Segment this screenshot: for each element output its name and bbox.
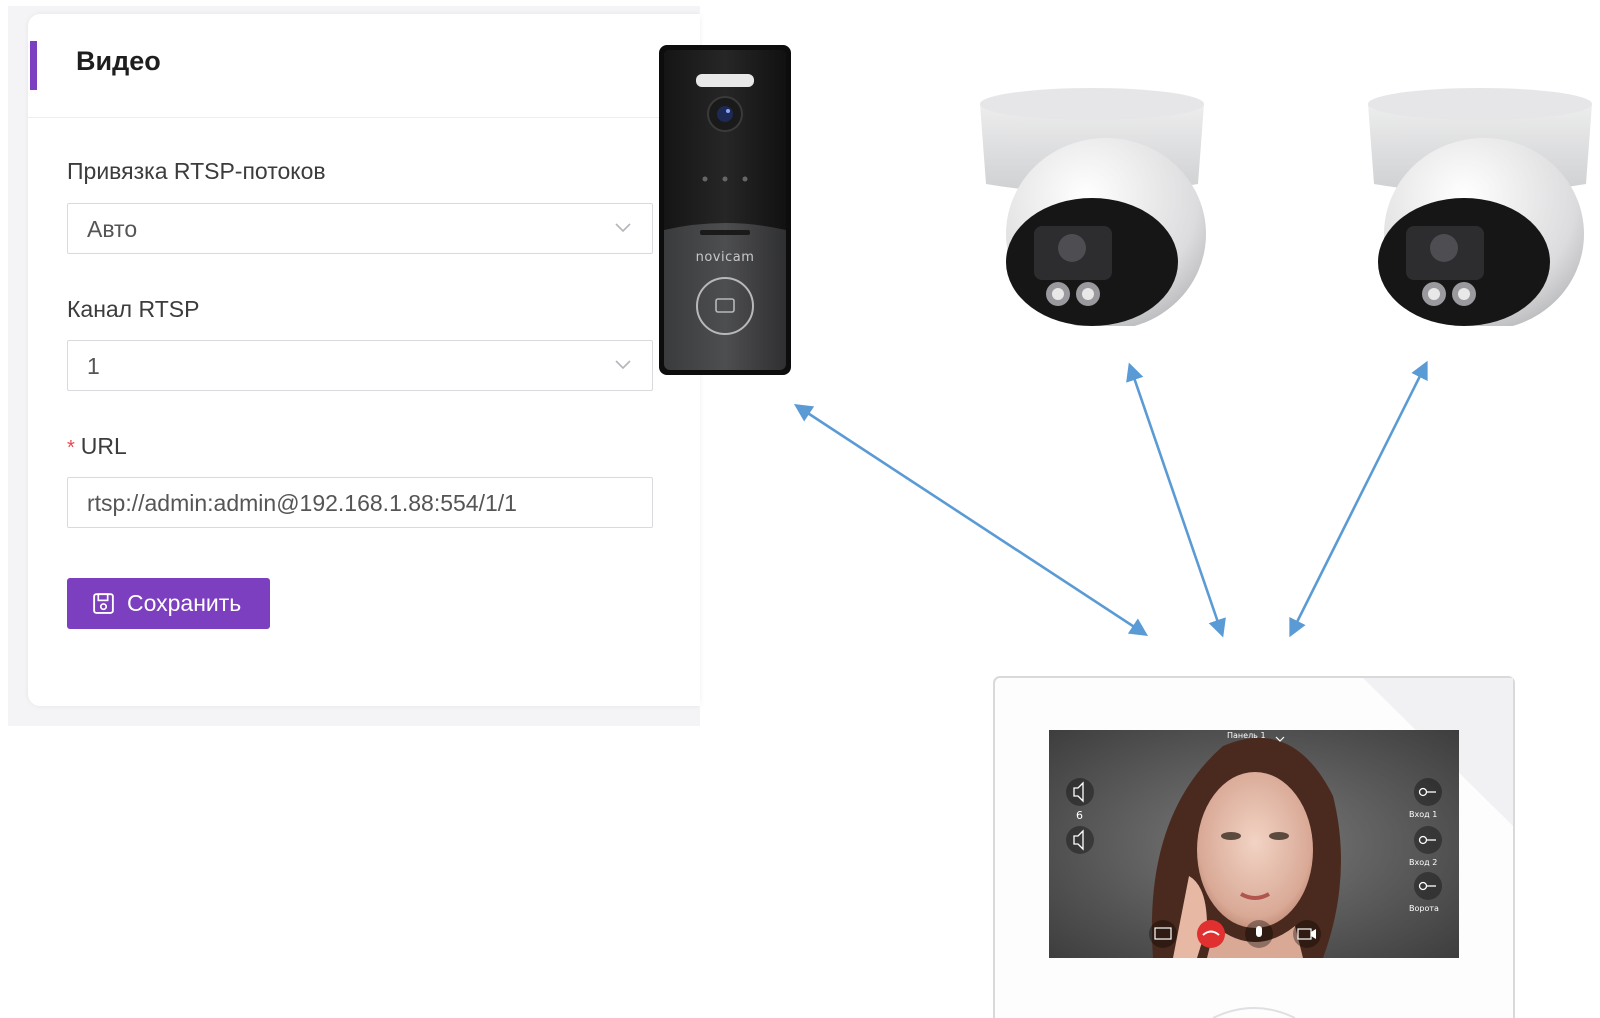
save-button[interactable]: Сохранить [67,578,270,629]
dome-camera-1-image [974,86,1210,330]
save-button-label: Сохранить [127,590,242,616]
required-mark: * [67,437,75,459]
video-settings-panel: Видео Привязка RTSP-потоков Авто Канал R… [28,14,700,706]
panel-accent-bar [30,41,37,90]
arrow-camera1-monitor [1126,362,1226,638]
rtsp-binding-select[interactable]: Авто [67,203,653,254]
indoor-monitor-image: Панель 1 6 Вход 1 Вход 2 Ворота [993,676,1515,1018]
arrow-camera2-monitor [1289,360,1428,638]
monitor-entry2-label: Вход 2 [1409,858,1438,867]
save-icon [93,593,114,614]
url-label: * URL [67,433,127,460]
doorbell-brand-text: novicam [695,250,755,265]
monitor-panel-selector: Панель 1 [1227,731,1266,740]
doorbell-illustration [659,45,791,375]
rtsp-binding-label: Привязка RTSP-потоков [67,158,326,184]
dome-camera-illustration [1368,88,1592,330]
monitor-entry1-label: Вход 1 [1409,810,1438,819]
url-label-text: URL [80,433,127,459]
rtsp-binding-value: Авто [87,216,138,242]
chevron-down-icon [615,223,631,233]
panel-header: Видео [28,14,700,118]
rtsp-channel-label: Канал RTSP [67,296,200,322]
chevron-down-icon [615,360,631,370]
monitor-gate-label: Ворота [1409,904,1439,913]
dome-camera-illustration [980,88,1206,330]
panel-title: Видео [76,46,161,76]
rtsp-channel-select[interactable]: 1 [67,340,653,391]
rtsp-channel-value: 1 [87,353,100,379]
monitor-illustration [993,676,1515,1018]
doorbell-panel-image: novicam [658,44,792,376]
monitor-volume-level: 6 [1076,809,1083,822]
dome-camera-2-image [1362,86,1598,330]
arrow-doorbell-monitor [793,404,1149,636]
url-input[interactable]: rtsp://admin:admin@192.168.1.88:554/1/1 [67,477,653,528]
url-input-value: rtsp://admin:admin@192.168.1.88:554/1/1 [87,490,517,516]
